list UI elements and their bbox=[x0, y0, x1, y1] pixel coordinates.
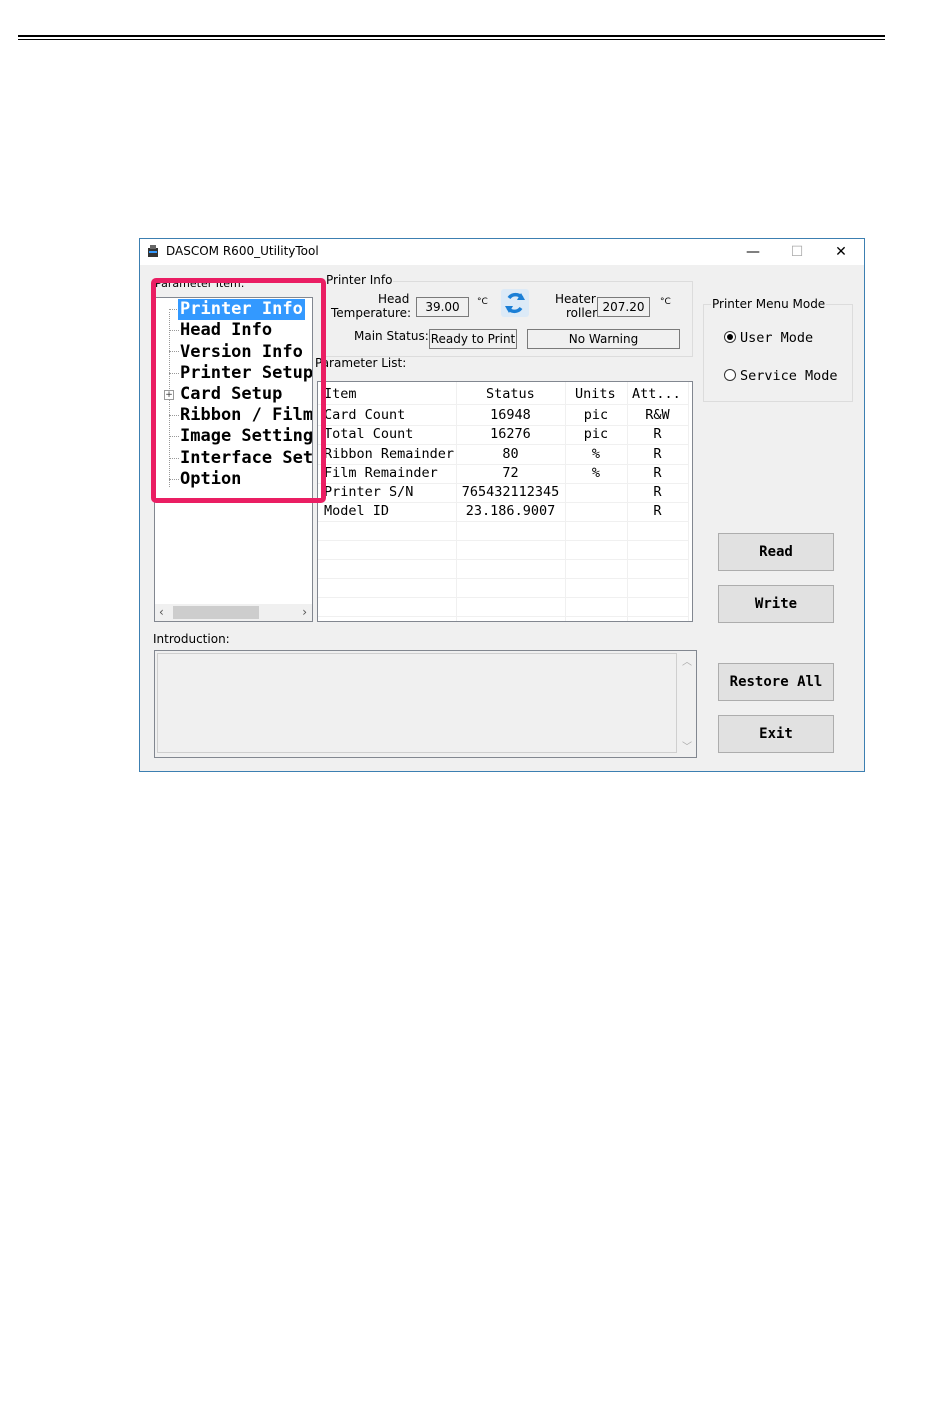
cell-units bbox=[565, 502, 627, 521]
scroll-right-icon[interactable]: › bbox=[302, 604, 307, 621]
cell-item: Film Remainder bbox=[324, 465, 438, 481]
column-divider bbox=[688, 382, 689, 621]
introduction-textarea[interactable]: ︿ ﹀ bbox=[154, 650, 697, 758]
column-header-units[interactable]: Units bbox=[575, 385, 616, 404]
table-row[interactable]: Model ID 23.186.9007 R bbox=[318, 502, 688, 522]
heater-label-2: roller bbox=[566, 306, 597, 320]
maximize-button[interactable]: ☐ bbox=[774, 239, 820, 265]
exit-button[interactable]: Exit bbox=[718, 715, 834, 753]
cell-att: R&W bbox=[645, 407, 670, 423]
introduction-caption: Introduction: bbox=[153, 632, 230, 646]
cell-item: Model ID bbox=[324, 503, 390, 519]
table-row-empty bbox=[318, 597, 688, 617]
table-row-empty bbox=[318, 540, 688, 560]
cell-item: Total Count bbox=[324, 426, 414, 442]
user-mode-radio[interactable] bbox=[724, 331, 736, 343]
cell-att: R bbox=[653, 446, 662, 462]
scroll-down-icon[interactable]: ﹀ bbox=[682, 738, 692, 753]
cell-units bbox=[565, 483, 627, 502]
close-button[interactable]: ✕ bbox=[818, 239, 864, 265]
cell-att: R bbox=[653, 503, 662, 519]
user-mode-label[interactable]: User Mode bbox=[740, 330, 813, 346]
title-bar[interactable]: DASCOM R600_UtilityTool — ☐ ✕ bbox=[140, 239, 864, 265]
cell-status: 80 bbox=[502, 446, 519, 462]
menu-mode-caption: Printer Menu Mode bbox=[711, 297, 827, 311]
scrollbar-thumb[interactable] bbox=[173, 606, 259, 619]
restore-all-button[interactable]: Restore All bbox=[718, 663, 834, 701]
write-button[interactable]: Write bbox=[718, 585, 834, 623]
service-mode-label[interactable]: Service Mode bbox=[740, 368, 838, 384]
head-temp-unit: °C bbox=[477, 297, 488, 307]
header-rule-thin bbox=[18, 39, 885, 40]
table-row[interactable]: Printer S/N 765432112345 R bbox=[318, 483, 688, 503]
menu-mode-group bbox=[703, 304, 853, 402]
app-icon bbox=[148, 245, 158, 257]
table-row-empty bbox=[318, 578, 688, 598]
cell-status: 765432112345 bbox=[461, 484, 560, 500]
cell-att: R bbox=[653, 426, 662, 442]
cell-units: % bbox=[591, 446, 601, 462]
cell-units: pic bbox=[583, 426, 609, 442]
table-row[interactable]: Film Remainder 72 % R bbox=[318, 464, 688, 484]
cell-status: 16276 bbox=[490, 426, 531, 442]
table-row[interactable]: Total Count 16276 pic R bbox=[318, 425, 688, 445]
service-mode-radio[interactable] bbox=[724, 369, 736, 381]
refresh-icon[interactable] bbox=[501, 289, 529, 317]
scroll-left-icon[interactable]: ‹ bbox=[159, 604, 164, 621]
column-header-att[interactable]: Att... bbox=[632, 385, 681, 404]
cell-item: Printer S/N bbox=[324, 484, 414, 500]
parameter-table[interactable]: Item Status Units Att... Card Count 1694… bbox=[317, 381, 693, 622]
main-status-label: Main Status: bbox=[354, 329, 429, 343]
table-row-empty bbox=[318, 559, 688, 579]
heater-label-1: Heater bbox=[555, 292, 596, 306]
cell-item: Ribbon Remainder bbox=[324, 446, 455, 462]
cell-units: pic bbox=[583, 407, 609, 423]
window-title: DASCOM R600_UtilityTool bbox=[166, 244, 319, 258]
annotation-highlight-box bbox=[151, 278, 326, 503]
cell-status: 72 bbox=[502, 465, 519, 481]
cell-status: 23.186.9007 bbox=[465, 503, 556, 519]
cell-item: Card Count bbox=[324, 407, 406, 423]
head-temp-label-1: Head bbox=[378, 292, 410, 306]
introduction-inner bbox=[157, 653, 677, 753]
main-status-field: Ready to Print bbox=[429, 329, 517, 349]
table-header: Item Status Units Att... bbox=[318, 385, 688, 405]
warning-field: No Warning bbox=[527, 329, 680, 349]
header-rule-thick bbox=[18, 35, 885, 37]
cell-units: % bbox=[591, 465, 601, 481]
cell-att: R bbox=[653, 484, 662, 500]
column-header-status[interactable]: Status bbox=[486, 385, 535, 404]
table-row-empty bbox=[318, 521, 688, 541]
head-temp-label-2: Temperature: bbox=[331, 306, 412, 320]
cell-att: R bbox=[653, 465, 662, 481]
cell-status: 16948 bbox=[490, 407, 531, 423]
printer-info-caption: Printer Info bbox=[325, 273, 394, 287]
scroll-up-icon[interactable]: ︿ bbox=[682, 653, 692, 668]
table-row[interactable]: Card Count 16948 pic R&W bbox=[318, 406, 688, 426]
tree-horizontal-scrollbar[interactable]: ‹ › bbox=[155, 604, 312, 621]
head-temp-field: 39.00 bbox=[416, 297, 469, 317]
parameter-list-caption: Parameter List: bbox=[315, 356, 407, 370]
heater-field: 207.20 bbox=[597, 297, 650, 317]
heater-unit: °C bbox=[660, 297, 671, 307]
minimize-button[interactable]: — bbox=[730, 239, 776, 265]
column-header-item[interactable]: Item bbox=[324, 385, 357, 404]
read-button[interactable]: Read bbox=[718, 533, 834, 571]
table-row[interactable]: Ribbon Remainder 80 % R bbox=[318, 445, 688, 465]
